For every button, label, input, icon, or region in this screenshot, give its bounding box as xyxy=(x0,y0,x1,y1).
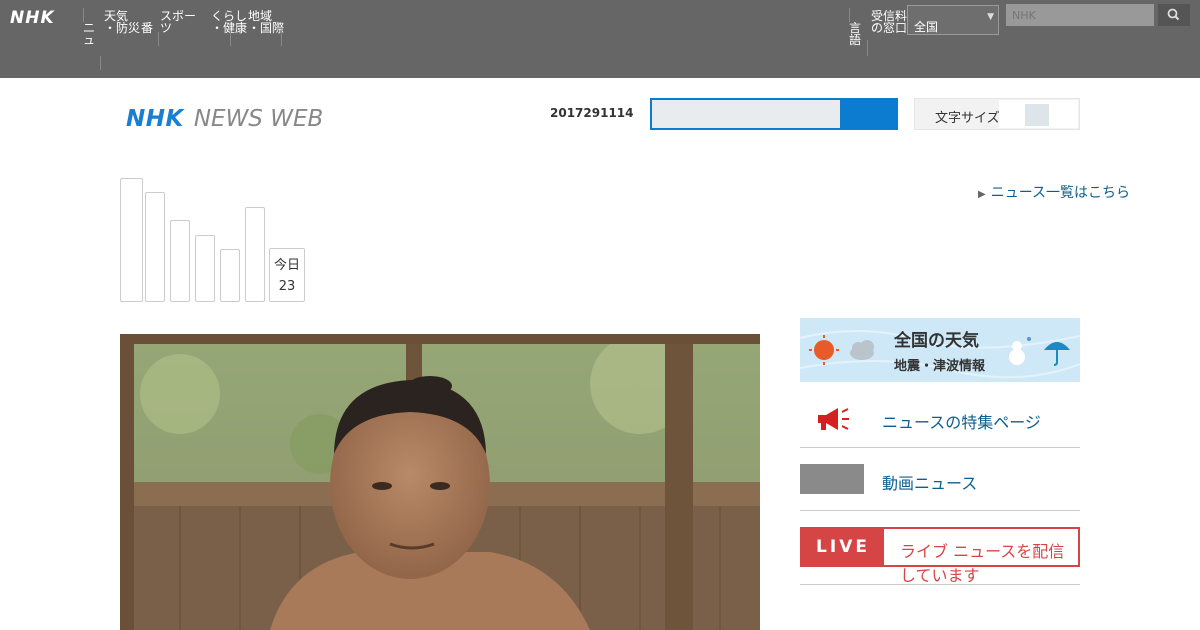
gnav-item-region[interactable]: 地域 ・国際 xyxy=(248,10,284,46)
hero-photo[interactable] xyxy=(120,334,760,630)
news-search-input[interactable] xyxy=(650,98,842,130)
umbrella-icon xyxy=(1044,342,1070,366)
week-bar[interactable] xyxy=(220,249,240,302)
weather-banner-subtitle: 地震・津波情報 xyxy=(894,359,986,374)
gnav-search-button[interactable] xyxy=(1158,4,1190,26)
live-stream-link[interactable]: LIVE ライブ ニュースを配信しています xyxy=(800,527,1080,585)
gnav-divider xyxy=(867,40,868,56)
triangle-right-icon: ▶ xyxy=(978,189,986,200)
week-bar[interactable] xyxy=(120,178,143,302)
gnav-item-programs[interactable]: 番組 xyxy=(141,22,157,34)
live-text: ライブ ニュースを配信しています xyxy=(900,542,1065,585)
divider xyxy=(800,584,1080,585)
live-tag: LIVE xyxy=(802,529,884,565)
today-label: 今日 xyxy=(273,258,300,273)
today-box[interactable]: 今日 23 xyxy=(269,248,305,302)
week-bar[interactable] xyxy=(170,220,190,302)
gnav-divider xyxy=(281,32,282,46)
news-search-button[interactable] xyxy=(840,98,898,130)
news-list-link-label: ニュース一覧はこちら xyxy=(990,185,1131,201)
gnav-item-weather[interactable]: 天気 ・防災 xyxy=(104,10,140,34)
date-text: 2017291114 xyxy=(550,106,634,120)
gnav-divider xyxy=(83,8,84,22)
gnav-item-news[interactable]: ニュ ース xyxy=(83,22,99,46)
gnav-language[interactable]: 言語 設定 xyxy=(849,22,865,46)
nhk-global-logo[interactable]: NHK xyxy=(10,8,55,28)
today-value: 23 xyxy=(278,279,296,294)
gnav-divider xyxy=(849,8,850,22)
special-pages-link[interactable]: ニュースの特集ページ xyxy=(800,390,1080,448)
gnav-item-life[interactable]: くらし ・健康 xyxy=(211,10,247,34)
gnav-item-sports[interactable]: スポー ツ xyxy=(160,10,206,34)
week-bar[interactable] xyxy=(145,192,165,302)
week-bar[interactable] xyxy=(245,207,265,302)
toggle-switch[interactable] xyxy=(999,100,1078,128)
logo-news-text: NEWS WEB xyxy=(193,106,324,132)
toggle-knob xyxy=(1025,104,1049,126)
gnav-receiving-fee[interactable]: 受信料 の窓口 xyxy=(871,10,907,34)
font-size-label: 文字サイズ xyxy=(935,111,1000,126)
gnav-divider xyxy=(230,32,231,46)
font-size-toggle[interactable]: 文字サイズ xyxy=(914,98,1080,130)
gnav-divider xyxy=(100,56,101,70)
logo-nhk-text: NHK xyxy=(126,106,184,132)
search-icon xyxy=(1167,8,1180,21)
gnav-divider xyxy=(158,32,159,46)
special-pages-label: ニュースの特集ページ xyxy=(882,413,1041,432)
news-list-link[interactable]: ▶ ニュース一覧はこちら xyxy=(978,182,1130,202)
hero-photo-graphic xyxy=(120,334,760,630)
week-bar[interactable] xyxy=(195,235,215,302)
global-nav: NHK ニュ ース 天気 ・防災 番組 スポー ツ くらし ・健康 地域 ・国際… xyxy=(0,0,1200,78)
weather-banner[interactable]: 全国の天気 地震・津波情報 xyxy=(800,318,1080,382)
cloud-icon xyxy=(850,340,874,360)
video-news-link[interactable]: 動画ニュース xyxy=(800,450,1080,511)
video-news-label: 動画ニュース xyxy=(882,474,978,493)
news-web-logo[interactable]: NHK NEWS WEB xyxy=(126,106,323,132)
weather-banner-title: 全国の天気 xyxy=(894,331,979,351)
chevron-down-icon: ▼ xyxy=(987,12,994,22)
sun-icon xyxy=(809,335,839,365)
gnav-search-input[interactable] xyxy=(1006,4,1154,26)
region-select-value: 全国 xyxy=(914,20,939,34)
megaphone-icon xyxy=(818,408,849,430)
video-thumbnail-icon xyxy=(800,464,864,494)
region-select[interactable]: 全国 ▼ xyxy=(907,5,999,35)
